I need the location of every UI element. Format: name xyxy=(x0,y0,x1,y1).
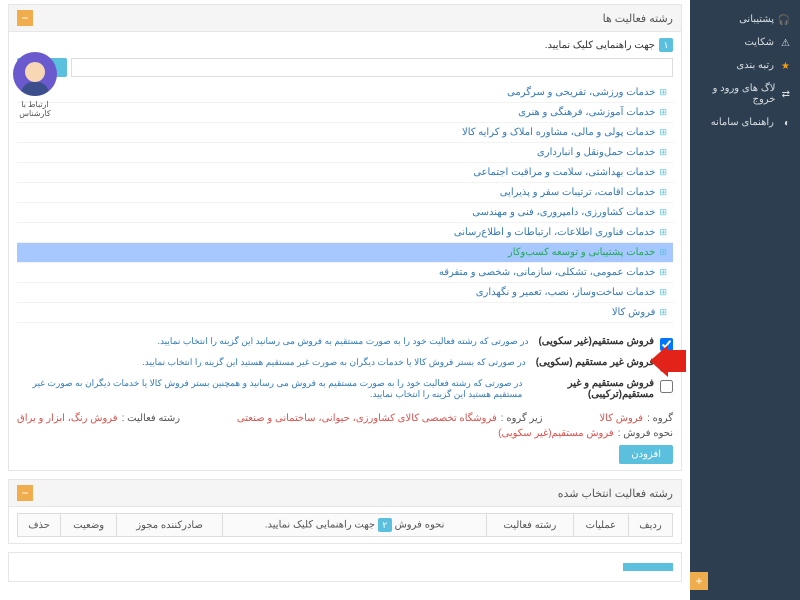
callout-arrow-icon xyxy=(650,350,686,372)
tree-item[interactable]: خدمات عمومی، تشکلی، سازمانی، شخصی و متفر… xyxy=(17,263,673,283)
panel-title: رشته فعالیت ها xyxy=(603,12,673,25)
hint-text: جهت راهنمایی کلیک نمایید. xyxy=(545,40,655,51)
tree-item[interactable]: خدمات پشتیبانی و توسعه کسب‌وکار xyxy=(17,243,673,263)
table-header: عملیات xyxy=(573,514,628,537)
sale-option-desc: در صورتی که بستر فروش کالا یا خدمات دیگر… xyxy=(142,357,525,368)
subgroup-label: زیر گروه : xyxy=(501,413,543,424)
star-icon: ★ xyxy=(780,61,790,71)
sale-option-label: فروش مستقیم(غیر سکویی) xyxy=(538,336,654,347)
table-header: وضعیت xyxy=(61,514,117,537)
fab-plus-button[interactable]: + xyxy=(690,572,708,590)
sale-option-row: فروش مستقیم(غیر سکویی) در صورتی که رشته ف… xyxy=(17,333,673,354)
activities-panel-header: رشته فعالیت ها − xyxy=(9,5,681,32)
tree-item[interactable]: خدمات بهداشتی، سلامت و مراقبت اجتماعی xyxy=(17,163,673,183)
sidebar-item-label: شکایت xyxy=(744,37,774,48)
tree-item[interactable]: خدمات ورزشی، تفریحی و سرگرمی xyxy=(17,83,673,103)
activity-info: گروه : فروش کالا زیر گروه : فروشگاه تخصصی … xyxy=(17,413,673,439)
sidebar-item-label: راهنمای سامانه xyxy=(711,117,774,128)
sale-option-checkbox[interactable] xyxy=(660,380,673,393)
tree-item[interactable]: فروش کالا xyxy=(17,303,673,323)
selected-activities-panel: رشته فعالیت انتخاب شده − ردیفعملیاترشته … xyxy=(8,479,682,544)
activity-tree: خدمات ورزشی، تفریحی و سرگرمیخدمات آموزشی… xyxy=(17,83,673,323)
sidebar-item-label: پشتیبانی xyxy=(739,14,774,25)
sale-option-desc: در صورتی که رشته فعالیت خود را به صورت م… xyxy=(157,336,528,347)
sale-option-label: فروش غیر مستقیم (سکویی) xyxy=(536,357,654,368)
panel-title: رشته فعالیت انتخاب شده xyxy=(558,487,673,500)
collapse-button[interactable]: − xyxy=(17,485,33,501)
help-icon: ◐ xyxy=(780,118,790,128)
group-value: فروش کالا xyxy=(599,413,643,424)
tree-item[interactable]: خدمات ساخت‌وساز، نصب، تعمیر و نگهداری xyxy=(17,283,673,303)
collapse-button[interactable]: − xyxy=(17,10,33,26)
sale-option-row: فروش مستقیم و غیر مستقیم(ترکیبی) در صورتی… xyxy=(17,375,673,403)
group-label: گروه : xyxy=(647,413,673,424)
sale-option-desc: در صورتی که رشته فعالیت خود را به صورت م… xyxy=(17,378,522,400)
subgroup-value: فروشگاه تخصصی کالای کشاورزی، حیوانی، ساخ… xyxy=(237,413,497,424)
sidebar-item-ranking[interactable]: ★ رتبه بندی xyxy=(690,54,800,77)
support-widget[interactable]: ارتباط با کارشناس xyxy=(8,52,62,118)
hint-number-badge: ۱ xyxy=(659,38,673,52)
add-button[interactable]: افزودن xyxy=(619,445,673,464)
table-header: ردیف xyxy=(629,514,673,537)
tree-item[interactable]: خدمات پولی و مالی، مشاوره املاک و کرایه … xyxy=(17,123,673,143)
sidebar-item-complaint[interactable]: ⚠ شکایت xyxy=(690,31,800,54)
activities-panel: رشته فعالیت ها − ۱ جهت راهنمایی کلیک نما… xyxy=(8,4,682,471)
progress-bar xyxy=(623,563,673,571)
hint-bar[interactable]: ۱ جهت راهنمایی کلیک نمایید. xyxy=(17,38,673,52)
support-label: ارتباط با کارشناس xyxy=(8,100,62,118)
selected-activities-table: ردیفعملیاترشته فعالیتنحوه فروش ۲ جهت راه… xyxy=(17,513,673,537)
sale-value: فروش مستقیم(غیر سکویی) xyxy=(498,428,614,439)
table-header: نحوه فروش ۲ جهت راهنمایی کلیک نمایید. xyxy=(223,514,487,537)
progress-panel xyxy=(8,552,682,582)
support-avatar-icon xyxy=(13,52,57,96)
sidebar-item-guide[interactable]: ◐ راهنمای سامانه xyxy=(690,111,800,134)
tree-item[interactable]: خدمات حمل‌ونقل و انبارداری xyxy=(17,143,673,163)
sidebar-item-label: رتبه بندی xyxy=(736,60,774,71)
hint-number-badge: ۲ xyxy=(378,518,392,532)
sale-option-label: فروش مستقیم و غیر مستقیم(ترکیبی) xyxy=(532,378,654,400)
sidebar-item-label: لاگ های ورود و خروج xyxy=(700,83,775,105)
log-icon: ⇄ xyxy=(781,89,790,99)
activity-label: رشته فعالیت : xyxy=(122,413,180,424)
table-header: صادرکننده مجوز xyxy=(117,514,223,537)
main-content: رشته فعالیت ها − ۱ جهت راهنمایی کلیک نما… xyxy=(0,0,690,600)
tree-item[interactable]: خدمات کشاورزی، دامپروری، فنی و مهندسی xyxy=(17,203,673,223)
tree-item[interactable]: خدمات آموزشی، فرهنگی و هنری xyxy=(17,103,673,123)
sidebar-item-logs[interactable]: ⇄ لاگ های ورود و خروج xyxy=(690,77,800,111)
tree-item[interactable]: خدمات اقامت، ترتیبات سفر و پذیرایی xyxy=(17,183,673,203)
sidebar: 🎧 پشتیبانی ⚠ شکایت ★ رتبه بندی ⇄ لاگ های ورو… xyxy=(690,0,800,600)
search-input[interactable] xyxy=(71,58,673,77)
sale-option-row: فروش غیر مستقیم (سکویی) در صورتی که بستر … xyxy=(17,354,673,375)
table-header: حذف xyxy=(18,514,61,537)
tree-item[interactable]: خدمات فناوری اطلاعات، ارتباطات و اطلاع‌ر… xyxy=(17,223,673,243)
headset-icon: 🎧 xyxy=(780,15,790,25)
sidebar-item-support[interactable]: 🎧 پشتیبانی xyxy=(690,8,800,31)
selected-panel-header: رشته فعالیت انتخاب شده − xyxy=(9,480,681,507)
table-header: رشته فعالیت xyxy=(487,514,574,537)
alert-icon: ⚠ xyxy=(780,38,790,48)
sale-label: نحوه فروش : xyxy=(618,428,673,439)
activity-value: فروش رنگ، ابزار و یراق xyxy=(17,413,118,424)
sale-options: فروش مستقیم(غیر سکویی) در صورتی که رشته ف… xyxy=(17,333,673,403)
